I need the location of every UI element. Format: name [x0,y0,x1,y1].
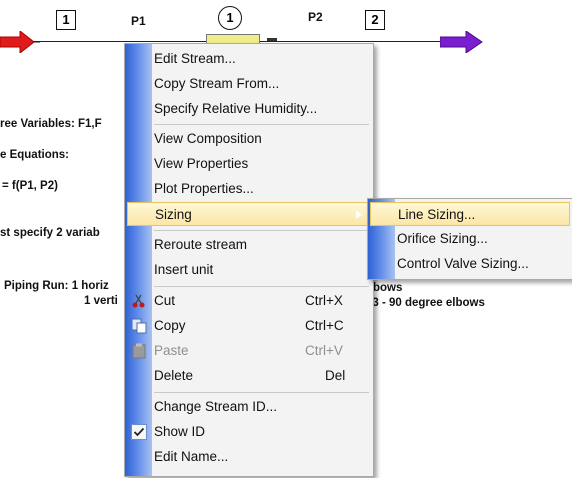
menu-separator [154,124,369,125]
menu-item-label: View Properties [154,156,249,171]
submenu-item-line-sizing[interactable]: Line Sizing... [370,202,570,226]
menu-item-label: Change Stream ID... [154,399,278,414]
menu-item-view-composition[interactable]: View Composition [127,127,371,151]
submenu-item-label: Line Sizing... [398,207,476,222]
menu-item-copy[interactable]: Copy Ctrl+C [127,314,371,338]
menu-item-shortcut: Ctrl+V [305,343,343,358]
submenu-item-control-valve-sizing[interactable]: Control Valve Sizing... [370,252,570,276]
menu-item-sizing[interactable]: Sizing [127,202,371,226]
p1-label: P1 [131,14,146,28]
menu-item-label: Copy Stream From... [154,76,280,91]
menu-item-cut[interactable]: Cut Ctrl+X [127,289,371,313]
menu-item-copy-stream-from[interactable]: Copy Stream From... [127,72,371,96]
copy-icon [131,318,147,334]
elbows-text: bows [373,282,403,294]
checkmark-icon [131,424,147,440]
menu-item-shortcut: Ctrl+C [305,318,344,333]
menu-item-label: Edit Stream... [154,51,236,66]
elbows-text-2: l 3 - 90 degree elbows [366,297,485,309]
menu-item-insert-unit[interactable]: Insert unit [127,258,371,282]
function-text: = f(P1, P2) [2,180,58,192]
menu-item-delete[interactable]: Delete Del [127,364,371,388]
menu-item-label: Copy [154,318,186,333]
menu-item-reroute-stream[interactable]: Reroute stream [127,233,371,257]
menu-item-change-stream-id[interactable]: Change Stream ID... [127,395,371,419]
pump-id-circle: 1 [218,6,242,30]
outlet-stream-id-box[interactable]: 2 [365,10,385,30]
menu-item-shortcut: Ctrl+X [305,293,343,308]
submenu-item-orifice-sizing[interactable]: Orifice Sizing... [370,227,570,251]
menu-item-edit-stream[interactable]: Edit Stream... [127,47,371,71]
menu-item-plot-properties[interactable]: Plot Properties... [127,177,371,201]
menu-separator [154,230,369,231]
menu-item-label: Reroute stream [154,237,248,252]
inlet-arrow-icon[interactable] [0,31,40,53]
menu-item-label: Plot Properties... [154,181,254,196]
menu-item-label: Delete [154,368,194,383]
menu-item-label: Cut [154,293,176,308]
menu-item-label: Show ID [154,424,206,439]
menu-item-label: Insert unit [154,262,214,277]
submenu-item-label: Control Valve Sizing... [397,256,529,271]
submenu-item-label: Orifice Sizing... [397,231,488,246]
menu-separator [154,392,369,393]
stream-tick [267,38,277,41]
menu-separator [154,286,369,287]
sizing-submenu: Line Sizing... Orifice Sizing... Control… [367,198,572,280]
scissors-icon [132,294,145,308]
p2-label: P2 [308,10,323,24]
menu-item-label: Edit Name... [154,449,229,464]
menu-item-shortcut: Del [325,368,346,383]
inlet-stream-id-box[interactable]: 1 [56,10,76,30]
menu-item-label: Specify Relative Humidity... [154,101,318,116]
menu-item-specify-relative-humidity[interactable]: Specify Relative Humidity... [127,97,371,121]
pump-unit[interactable]: 1 [206,6,262,46]
outlet-arrow-icon[interactable] [440,31,488,53]
stream-context-menu: Edit Stream... Copy Stream From... Speci… [124,43,374,477]
menu-item-paste: Paste Ctrl+V [127,339,371,363]
submenu-arrow-icon [356,210,362,219]
piping-run-text-2: 1 verti [84,295,118,307]
menu-item-view-properties[interactable]: View Properties [127,152,371,176]
paste-icon [132,343,146,359]
menu-item-label: Paste [154,343,189,358]
equations-text: e Equations: [0,149,70,161]
specify-text: st specify 2 variab [0,227,100,239]
menu-item-label: Sizing [155,207,192,222]
piping-run-text: Piping Run: 1 horiz [4,280,109,292]
menu-item-edit-name[interactable]: Edit Name... [127,445,371,469]
free-variables-text: ree Variables: F1,F [0,118,102,130]
menu-item-show-id[interactable]: Show ID [127,420,371,444]
menu-item-label: View Composition [154,131,262,146]
